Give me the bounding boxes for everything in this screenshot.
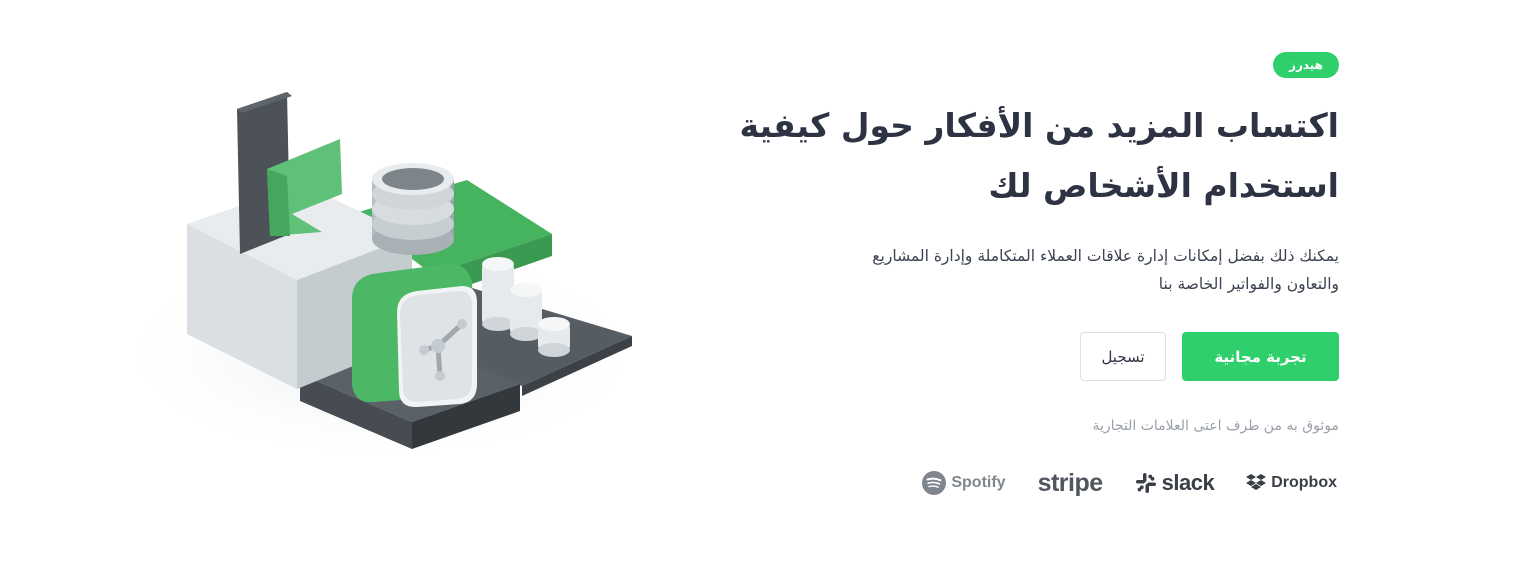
dropbox-logo: Dropbox bbox=[1246, 474, 1337, 492]
hero-content: هيدرز اكتساب المزيد من الأفكار حول كيفية… bbox=[719, 52, 1339, 434]
hero-title-line1: اكتساب المزيد من الأفكار حول كيفية bbox=[739, 106, 1339, 145]
stripe-logo: stripe bbox=[1037, 468, 1104, 498]
spotify-logo-text: Spotify bbox=[951, 474, 1006, 491]
signup-button[interactable]: تسجيل bbox=[1080, 332, 1166, 381]
hero-description-line2: والتعاون والفواتير الخاصة بنا bbox=[1158, 275, 1339, 293]
dropbox-icon bbox=[1246, 474, 1267, 490]
hero-description-line1: يمكنك ذلك بفضل إمكانات إدارة علاقات العم… bbox=[872, 247, 1339, 265]
hero-actions: تجربة مجانية تسجيل bbox=[719, 332, 1339, 381]
slack-icon bbox=[1135, 473, 1156, 493]
slack-logo-text: slack bbox=[1161, 470, 1215, 495]
brand-logos: Dropbox slack stripe Spotify bbox=[922, 466, 1337, 500]
stripe-logo-text: stripe bbox=[1037, 468, 1104, 497]
spotify-logo: Spotify bbox=[922, 471, 1006, 495]
slack-logo: slack bbox=[1135, 470, 1215, 496]
spotify-icon bbox=[922, 471, 947, 495]
dropbox-logo-text: Dropbox bbox=[1271, 474, 1337, 491]
hero-description: يمكنك ذلك بفضل إمكانات إدارة علاقات العم… bbox=[799, 242, 1339, 298]
hero-title: اكتساب المزيد من الأفكار حول كيفية استخد… bbox=[719, 96, 1339, 216]
hero-illustration bbox=[112, 84, 652, 464]
hero-title-line2: استخدام الأشخاص لك bbox=[988, 166, 1339, 205]
trusted-by-text: موثوق به من طرف اعتى العلامات التجارية bbox=[1092, 418, 1339, 434]
free-trial-button[interactable]: تجربة مجانية bbox=[1182, 332, 1339, 381]
category-badge: هيدرز bbox=[1273, 52, 1339, 78]
